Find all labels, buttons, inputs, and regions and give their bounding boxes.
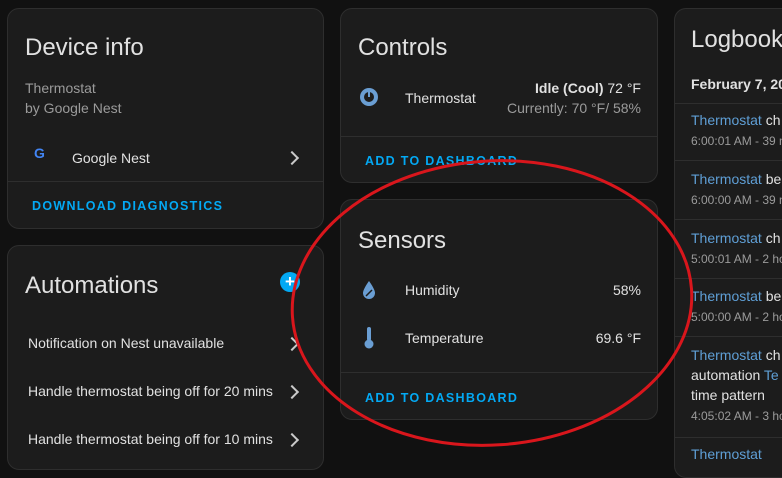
logbook-entry: Thermostat ch automation Te time pattern… — [691, 345, 782, 426]
automation-label: Notification on Nest unavailable — [28, 335, 225, 351]
chevron-right-icon — [284, 432, 300, 448]
device-info-card: Device info Thermostat by Google Nest G … — [7, 8, 324, 229]
logbook-entry: Thermostat ch 6:00:01 AM - 39 m — [691, 110, 782, 151]
sensor-row-humidity[interactable]: Humidity 58% — [341, 272, 657, 308]
logbook-message: automation — [691, 367, 764, 383]
chevron-right-icon — [284, 384, 300, 400]
device-manufacturer: by Google Nest — [25, 100, 122, 116]
logbook-time: 6:00:01 AM - 39 m — [691, 134, 782, 148]
integration-row[interactable]: G Google Nest — [8, 139, 323, 179]
sensor-label: Temperature — [405, 330, 484, 346]
divider — [675, 160, 782, 161]
logbook-time: 6:00:00 AM - 39 m — [691, 193, 782, 207]
logbook-message: time pattern — [691, 387, 765, 403]
divider — [8, 181, 323, 182]
automation-label: Handle thermostat being off for 10 mins — [28, 431, 273, 447]
divider — [675, 103, 782, 104]
divider — [675, 437, 782, 438]
logbook-entity-link[interactable]: Thermostat — [691, 446, 762, 462]
logbook-time: 4:05:02 AM - 3 ho — [691, 409, 782, 423]
thermostat-label: Thermostat — [405, 90, 476, 106]
logbook-entity-link[interactable]: Thermostat — [691, 112, 762, 128]
sensor-row-temperature[interactable]: Temperature 69.6 °F — [341, 320, 657, 356]
automation-item[interactable]: Handle thermostat being off for 10 mins — [8, 424, 323, 454]
thermostat-icon — [360, 88, 378, 106]
logbook-automation-link[interactable]: Te — [764, 367, 779, 383]
thermostat-state: Idle (Cool) 72 °F — [535, 80, 641, 96]
automation-item[interactable]: Handle thermostat being off for 20 mins — [8, 376, 323, 406]
logbook-card: Logbook February 7, 20 Thermostat ch 6:0… — [674, 8, 782, 478]
target-temperature: 72 °F — [607, 80, 641, 96]
add-to-dashboard-button[interactable]: ADD TO DASHBOARD — [365, 391, 518, 405]
device-model: Thermostat — [25, 80, 96, 96]
logbook-entry: Thermostat be 5:00:00 AM - 2 ho — [691, 286, 782, 327]
logbook-entry: Thermostat — [691, 444, 762, 464]
automations-card: Automations + Notification on Nest unava… — [7, 245, 324, 470]
plus-icon: + — [285, 272, 295, 291]
logbook-time: 5:00:00 AM - 2 ho — [691, 310, 782, 324]
sensor-label: Humidity — [405, 282, 460, 298]
sensor-value: 58% — [612, 282, 641, 298]
sensors-title: Sensors — [358, 227, 447, 254]
divider — [675, 278, 782, 279]
add-automation-button[interactable]: + — [280, 272, 300, 292]
divider — [341, 136, 657, 137]
controls-title: Controls — [358, 34, 448, 61]
logbook-time: 5:00:01 AM - 2 ho — [691, 252, 782, 266]
logbook-entry: Thermostat ch 5:00:01 AM - 2 ho — [691, 228, 782, 269]
automation-label: Handle thermostat being off for 20 mins — [28, 383, 273, 399]
chevron-right-icon — [284, 150, 300, 166]
logbook-entity-link[interactable]: Thermostat — [691, 347, 762, 363]
logbook-date: February 7, 20 — [691, 76, 782, 92]
automations-title: Automations — [25, 272, 159, 299]
water-percent-icon — [363, 281, 375, 299]
hvac-action: Idle (Cool) — [535, 80, 604, 96]
thermostat-entity-row[interactable]: Thermostat Idle (Cool) 72 °F Currently: … — [341, 75, 657, 119]
logbook-entity-link[interactable]: Thermostat — [691, 171, 762, 187]
current-reading: Currently: 70 °F/ 58% — [507, 100, 641, 116]
divider — [341, 372, 657, 373]
sensors-card: Sensors Humidity 58% Temperature 69.6 °F… — [340, 199, 658, 420]
logbook-message: ch — [761, 230, 781, 246]
logbook-entity-link[interactable]: Thermostat — [691, 230, 762, 246]
logbook-entity-link[interactable]: Thermostat — [691, 288, 762, 304]
controls-card: Controls Thermostat Idle (Cool) 72 °F Cu… — [340, 8, 658, 183]
device-info-title: Device info — [25, 34, 144, 61]
logbook-title: Logbook — [691, 26, 782, 53]
automation-item[interactable]: Notification on Nest unavailable — [8, 328, 323, 358]
thermometer-icon — [364, 327, 374, 349]
logbook-message: be — [761, 288, 782, 304]
logbook-message: be — [761, 171, 782, 187]
add-to-dashboard-button[interactable]: ADD TO DASHBOARD — [365, 154, 518, 168]
download-diagnostics-button[interactable]: DOWNLOAD DIAGNOSTICS — [32, 199, 223, 213]
logbook-message: ch — [761, 112, 781, 128]
sensor-value: 69.6 °F — [595, 330, 641, 346]
logbook-entry: Thermostat be 6:00:00 AM - 39 m — [691, 169, 782, 210]
chevron-right-icon — [284, 336, 300, 352]
logbook-message: ch — [761, 347, 781, 363]
divider — [675, 219, 782, 220]
integration-label: Google Nest — [72, 150, 150, 166]
divider — [675, 336, 782, 337]
google-icon: G — [34, 145, 45, 161]
